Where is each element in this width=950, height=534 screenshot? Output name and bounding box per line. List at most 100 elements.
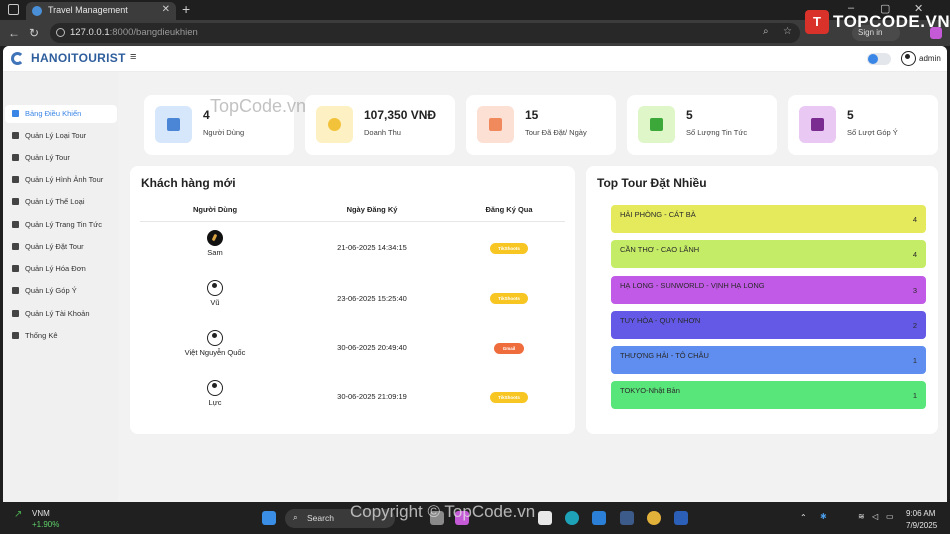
app-header: HANOITOURIST ≡ admin [3,46,947,72]
sidebar-item-tour-images[interactable]: Quản Lý Hình Ảnh Tour [5,171,117,189]
column-header: Đăng Ký Qua [485,205,533,214]
sidebar-item-tour-types[interactable]: Quản Lý Loại Tour [5,127,117,145]
users-icon [167,118,180,131]
topcode-logo: T TOPCODE.VN [805,8,950,38]
top-tour-item[interactable]: TOKYO-Nhật Bản 1 [611,381,926,409]
word-icon[interactable] [674,511,688,525]
watermark-text: TopCode.vn [210,96,307,116]
customer-name: Lực [208,398,222,407]
avatar [207,380,223,396]
theme-toggle-knob [868,54,878,64]
user-avatar-icon[interactable] [901,51,916,66]
registration-source-badge: Gmail [494,343,524,354]
stat-icon-box [316,106,353,143]
sidebar-item-dashboard[interactable]: Bảng Điều Khiển [5,105,117,123]
customer-name: Vũ [210,298,220,307]
site-info-icon[interactable] [56,28,65,37]
tour-name: TOKYO-Nhật Bản [620,386,680,395]
tab-title: Travel Management [48,5,128,15]
coin-icon [328,118,341,131]
sidebar-item-feedback[interactable]: Quản Lý Góp Ý [5,282,117,300]
window-menu-icon[interactable] [8,4,19,15]
stat-value: 4 [203,108,210,122]
sidebar-item-label: Quản Lý Thể Loại [25,197,85,206]
top-tour-item[interactable]: CẦN THƠ - CAO LÃNH 4 [611,240,926,268]
sidebar-item-statistics[interactable]: Thống Kê [5,327,117,345]
stat-card-bookings[interactable]: 15 Tour Đã Đặt/ Ngày [466,95,616,155]
top-tour-item[interactable]: HẢI PHÒNG - CÁT BÀ 4 [611,205,926,233]
wifi-icon[interactable]: ≋ [858,512,865,521]
clock-time[interactable]: 9:06 AM [906,509,935,518]
registration-source-badge: TikShoots [490,243,528,254]
bluetooth-icon[interactable]: ✱ [820,512,827,521]
registration-source-badge: TikShoots [490,293,528,304]
reload-icon[interactable]: ↻ [29,26,39,40]
stat-card-news[interactable]: 5 Số Lượng Tin Tức [627,95,777,155]
vscode-icon[interactable] [592,511,606,525]
chrome-icon[interactable] [647,511,661,525]
sidebar-item-label: Quản Lý Góp Ý [25,286,77,295]
sidebar-item-label: Quản Lý Loại Tour [25,131,87,140]
browser-tab[interactable]: Travel Management ✕ [26,2,176,20]
clock-date[interactable]: 7/9/2025 [906,521,937,530]
edge-icon[interactable] [565,511,579,525]
app-icon[interactable] [620,511,634,525]
calendar-icon [489,118,502,131]
registration-date: 21-06-2025 14:34:15 [337,243,407,252]
customer-name: Việt Nguyễn Quốc [184,348,246,357]
hamburger-menu-icon[interactable]: ≡ [130,51,136,63]
mail-icon[interactable] [538,511,552,525]
address-bar[interactable]: 127.0.0.1:8000/bangdieukhien ⌕ ☆ [50,23,800,43]
top-tour-item[interactable]: TUY HÒA - QUY NHƠN 2 [611,311,926,339]
sidebar-item-news[interactable]: Quản Lý Trang Tin Tức [5,216,117,234]
windows-start-icon[interactable] [262,511,276,525]
tab-close-icon[interactable]: ✕ [162,4,170,15]
tour-booking-count: 3 [912,286,917,295]
message-icon [811,118,824,131]
theme-toggle[interactable] [867,53,891,65]
battery-icon[interactable]: ▭ [886,512,894,521]
user-icon [12,310,19,317]
new-tab-icon[interactable]: + [182,1,190,17]
chart-icon [12,332,19,339]
stat-icon-box [638,106,675,143]
zoom-icon[interactable]: ⌕ [763,26,769,37]
customer-name: Sam [207,248,223,257]
url-text: 127.0.0.1:8000/bangdieukhien [70,27,198,38]
feedback-icon [12,287,19,294]
stat-icon-box [155,106,192,143]
stat-label: Số Lượt Góp Ý [847,128,898,137]
sidebar-item-label: Quản Lý Hình Ảnh Tour [25,175,104,184]
new-customers-panel: Khách hàng mới Người Dùng Ngày Đăng Ký Đ… [130,96,575,434]
stat-value: 107,350 VNĐ [364,108,437,122]
bookmark-star-icon[interactable]: ☆ [783,26,792,37]
main-content: 4 Người Dùng 107,350 VNĐ Doanh Thu 15 To… [118,72,947,502]
tour-name: TUY HÒA - QUY NHƠN [620,316,701,325]
sidebar-item-label: Quản Lý Hóa Đơn [25,264,86,273]
sidebar-item-accounts[interactable]: Quản Lý Tài Khoản [5,305,117,323]
stat-card-revenue[interactable]: 107,350 VNĐ Doanh Thu [305,95,455,155]
sidebar-item-bookings[interactable]: Quản Lý Đặt Tour [5,238,117,256]
panel-title: Top Tour Đặt Nhiều [597,176,707,190]
sidebar-item-categories[interactable]: Quản Lý Thể Loại [5,193,117,211]
sidebar-item-tours[interactable]: Quản Lý Tour [5,149,117,167]
back-icon[interactable]: ← [8,26,20,40]
top-tour-item[interactable]: HẠ LONG - SUNWORLD - VỊNH HẠ LONG 3 [611,276,926,304]
stock-ticker[interactable]: VNM [32,509,50,518]
app-logo-text[interactable]: HANOITOURIST [31,51,126,65]
stat-card-feedback[interactable]: 5 Số Lượt Góp Ý [788,95,938,155]
search-icon: ⌕ [293,512,298,522]
top-tour-item[interactable]: THƯỢNG HẢI - TÔ CHÂU 1 [611,346,926,374]
user-name[interactable]: admin [919,54,941,63]
registration-date: 30-06-2025 20:49:40 [337,343,407,352]
sidebar-item-label: Bảng Điều Khiển [25,109,82,118]
sidebar-item-invoices[interactable]: Quản Lý Hóa Đơn [5,260,117,278]
sidebar-item-label: Thống Kê [25,331,58,340]
tour-booking-count: 1 [912,356,917,365]
url-host: 127.0.0.1 [70,27,110,38]
news-icon [12,221,19,228]
avatar [207,230,223,246]
chevron-up-icon[interactable]: ⌃ [800,513,807,522]
volume-icon[interactable]: ◁ [872,512,878,521]
stat-label: Người Dùng [203,128,245,137]
